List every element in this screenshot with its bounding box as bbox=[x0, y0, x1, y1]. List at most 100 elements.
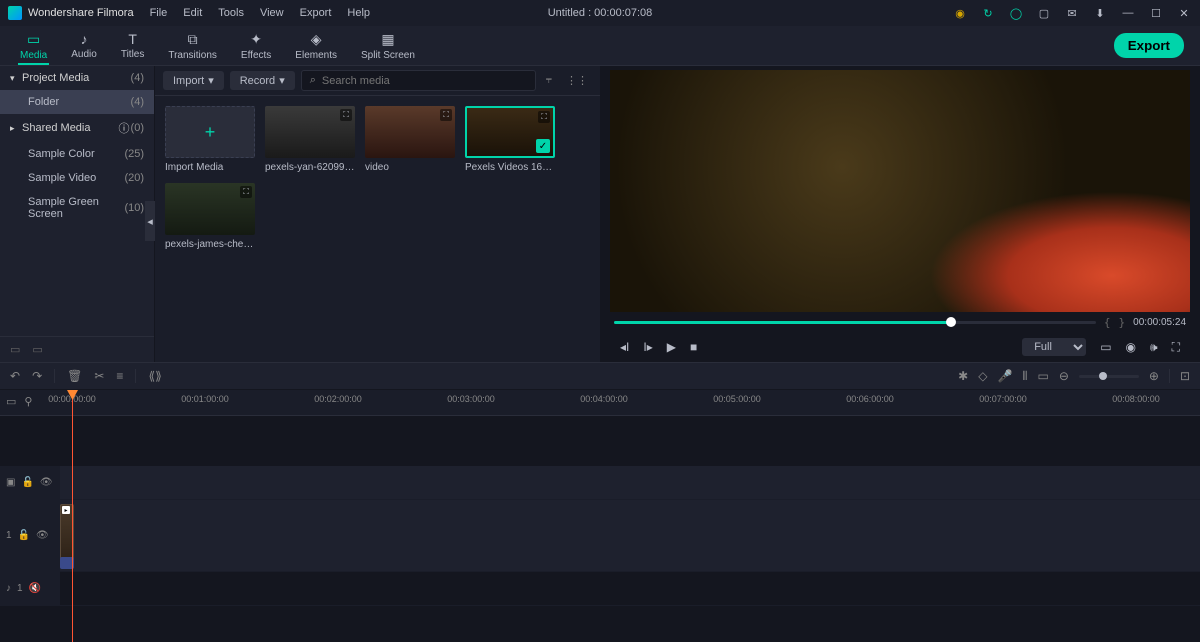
fullscreen-icon[interactable]: ⛶ bbox=[1172, 340, 1180, 355]
voiceover-icon[interactable]: 🎤 bbox=[997, 369, 1012, 383]
download-icon[interactable]: ⬇ bbox=[1092, 5, 1108, 21]
close-icon[interactable]: ✕ bbox=[1176, 5, 1192, 21]
volume-icon[interactable]: 🕪 bbox=[1150, 340, 1158, 355]
display-icon[interactable]: ▭ bbox=[1100, 340, 1111, 354]
undo-icon[interactable]: ↶ bbox=[10, 369, 20, 383]
ruler-lock-icon[interactable]: ▭ bbox=[6, 395, 16, 408]
next-frame-icon[interactable]: I▸ bbox=[643, 340, 652, 354]
split-icon[interactable]: ✂ bbox=[94, 369, 104, 383]
sidebar-item-shared-media[interactable]: ▸Shared Mediaⓘ(0) bbox=[0, 114, 154, 142]
folder-open-icon[interactable]: ▭ bbox=[32, 343, 42, 356]
zoom-out-icon[interactable]: ⊖ bbox=[1059, 369, 1069, 383]
lock-icon[interactable]: 🔓 bbox=[21, 477, 33, 488]
mute-icon[interactable]: 🔇 bbox=[29, 583, 41, 594]
account-icon[interactable]: ◯ bbox=[1008, 5, 1024, 21]
new-folder-icon[interactable]: ▭ bbox=[10, 343, 20, 356]
tab-audio[interactable]: ♪Audio bbox=[59, 26, 109, 65]
playhead[interactable] bbox=[72, 390, 73, 642]
render-icon[interactable]: ✱ bbox=[958, 369, 968, 383]
mixer-icon[interactable]: ⫴ bbox=[1022, 369, 1027, 384]
record-button[interactable]: Record▾ bbox=[230, 71, 295, 90]
sidebar-item-sample-video[interactable]: Sample Video(20) bbox=[0, 166, 154, 190]
menu-view[interactable]: View bbox=[260, 7, 284, 19]
tab-transitions[interactable]: ⧉Transitions bbox=[156, 26, 229, 65]
eye-icon[interactable]: 👁 bbox=[40, 477, 53, 488]
menu-tools[interactable]: Tools bbox=[218, 7, 244, 19]
save-icon[interactable]: ▢ bbox=[1036, 5, 1052, 21]
track-audio[interactable]: ♪ 1 🔇 bbox=[0, 572, 1200, 606]
menu-help[interactable]: Help bbox=[347, 7, 370, 19]
filter-icon[interactable]: ⫧ bbox=[542, 74, 556, 87]
quality-select[interactable]: Full bbox=[1022, 338, 1086, 356]
track-toggle-icon[interactable]: ▣ bbox=[6, 477, 15, 488]
edit-tools-icon[interactable]: ⟪⟫ bbox=[148, 369, 161, 383]
track-overlay[interactable]: ▣ 🔓 👁 bbox=[0, 466, 1200, 500]
track-body[interactable] bbox=[60, 572, 1200, 605]
track-head: ♪ 1 🔇 bbox=[0, 572, 60, 605]
track-video[interactable]: 1 🔓 👁 ▸ bbox=[0, 500, 1200, 572]
zoom-fit-icon[interactable]: ⊡ bbox=[1180, 369, 1190, 383]
sidebar-item-project-media[interactable]: ▾Project Media(4) bbox=[0, 66, 154, 90]
play-icon[interactable]: ▶ bbox=[667, 340, 676, 354]
media-item[interactable]: ⛶ pexels-james-cheney-... bbox=[165, 183, 255, 250]
mark-in-icon[interactable]: { bbox=[1104, 316, 1111, 329]
tab-effects[interactable]: ✦Effects bbox=[229, 26, 283, 65]
media-item[interactable]: ⛶ video bbox=[365, 106, 455, 173]
track-body[interactable] bbox=[60, 466, 1200, 499]
stop-icon[interactable]: ■ bbox=[690, 340, 697, 354]
lightbulb-icon[interactable]: ◉ bbox=[952, 5, 968, 21]
grid-view-icon[interactable]: ⋮⋮ bbox=[562, 74, 592, 87]
ruler-mark: 00:07:00:00 bbox=[979, 394, 1027, 404]
mail-icon[interactable]: ✉ bbox=[1064, 5, 1080, 21]
redo-icon[interactable]: ↷ bbox=[32, 369, 42, 383]
expand-icon[interactable]: ⛶ bbox=[240, 186, 252, 198]
tab-splitscreen[interactable]: ▦Split Screen bbox=[349, 26, 427, 65]
track-number: 1 bbox=[17, 583, 23, 594]
sidebar-item-sample-color[interactable]: Sample Color(25) bbox=[0, 142, 154, 166]
search-box[interactable]: ⌕ bbox=[301, 70, 536, 91]
expand-icon[interactable]: ⛶ bbox=[340, 109, 352, 121]
scrub-thumb[interactable] bbox=[946, 317, 956, 327]
media-import-tile[interactable]: + Import Media bbox=[165, 106, 255, 173]
zoom-in-icon[interactable]: ⊕ bbox=[1149, 369, 1159, 383]
ruler-link-icon[interactable]: ⚲ bbox=[24, 395, 32, 408]
zoom-thumb[interactable] bbox=[1099, 372, 1107, 380]
zoom-slider[interactable] bbox=[1079, 375, 1139, 378]
splitscreen-icon: ▦ bbox=[381, 31, 394, 48]
sidebar-item-folder[interactable]: Folder(4) bbox=[0, 90, 154, 114]
export-button[interactable]: Export bbox=[1114, 33, 1184, 58]
preview-video[interactable] bbox=[610, 70, 1190, 312]
minimize-icon[interactable]: — bbox=[1120, 5, 1136, 21]
menu-file[interactable]: File bbox=[150, 7, 168, 19]
expand-icon[interactable]: ⛶ bbox=[538, 111, 550, 123]
tab-elements[interactable]: ◈Elements bbox=[283, 26, 349, 65]
delete-icon[interactable]: 🗑 bbox=[67, 369, 82, 383]
refresh-icon[interactable]: ↻ bbox=[980, 5, 996, 21]
ruler-mark: 00:05:00:00 bbox=[713, 394, 761, 404]
sidebar-collapse-handle[interactable]: ◂ bbox=[145, 201, 155, 241]
scrub-track[interactable] bbox=[614, 321, 1096, 324]
eye-icon[interactable]: 👁 bbox=[36, 530, 49, 541]
expand-icon[interactable]: ⛶ bbox=[440, 109, 452, 121]
sidebar-item-sample-green[interactable]: Sample Green Screen(10) bbox=[0, 190, 154, 226]
info-icon[interactable]: ⓘ bbox=[119, 120, 131, 136]
mark-out-icon[interactable]: } bbox=[1119, 316, 1126, 329]
prev-frame-icon[interactable]: ◂I bbox=[620, 340, 629, 354]
snapshot-icon[interactable]: ◉ bbox=[1126, 340, 1136, 354]
track-icon[interactable]: ▭ bbox=[1037, 369, 1048, 383]
menu-export[interactable]: Export bbox=[300, 7, 332, 19]
maximize-icon[interactable]: ☐ bbox=[1148, 5, 1164, 21]
timeline-ruler[interactable]: ▭ ⚲ 00:00:00:00 00:01:00:00 00:02:00:00 … bbox=[0, 390, 1200, 416]
menu-edit[interactable]: Edit bbox=[183, 7, 202, 19]
tab-media[interactable]: ▭Media bbox=[8, 26, 59, 65]
search-input[interactable] bbox=[322, 75, 527, 87]
media-item[interactable]: ⛶ pexels-yan-6209968 bbox=[265, 106, 355, 173]
tab-titles[interactable]: TTitles bbox=[109, 26, 157, 65]
marker-icon[interactable]: ◇ bbox=[978, 369, 987, 383]
import-button[interactable]: Import▾ bbox=[163, 71, 224, 90]
media-item[interactable]: ⛶✓ Pexels Videos 1672805 bbox=[465, 106, 555, 173]
transition-icon: ⧉ bbox=[188, 31, 198, 48]
options-icon[interactable]: ≡ bbox=[116, 369, 123, 383]
track-body[interactable]: ▸ bbox=[60, 500, 1200, 571]
lock-icon[interactable]: 🔓 bbox=[18, 530, 30, 541]
